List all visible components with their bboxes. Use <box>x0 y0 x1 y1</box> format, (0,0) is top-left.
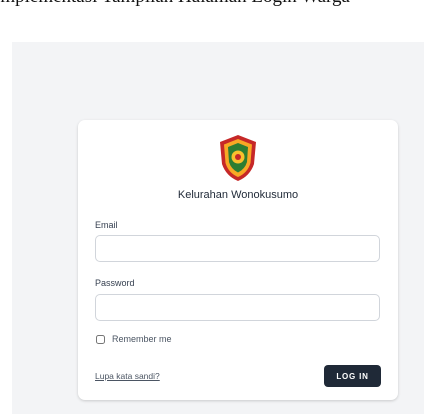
organization-name: Kelurahan Wonokusumo <box>177 189 299 201</box>
password-field[interactable] <box>95 294 380 321</box>
email-label: Email <box>95 220 118 230</box>
remember-me-checkbox[interactable] <box>96 335 105 344</box>
remember-me-label: Remember me <box>112 334 172 344</box>
forgot-password-link[interactable]: Lupa kata sandi? <box>95 371 160 381</box>
login-card: Kelurahan Wonokusumo Email Password Reme… <box>78 120 398 400</box>
login-button[interactable]: LOG IN <box>324 365 381 387</box>
page-background: Kelurahan Wonokusumo Email Password Reme… <box>12 42 424 414</box>
password-label: Password <box>95 278 135 288</box>
document-caption: Implementasi Tampilan Halaman Login Warg… <box>0 0 435 40</box>
caption-text: Implementasi Tampilan Halaman Login Warg… <box>0 0 350 8</box>
email-field[interactable] <box>95 235 380 262</box>
crest-icon <box>220 135 256 181</box>
